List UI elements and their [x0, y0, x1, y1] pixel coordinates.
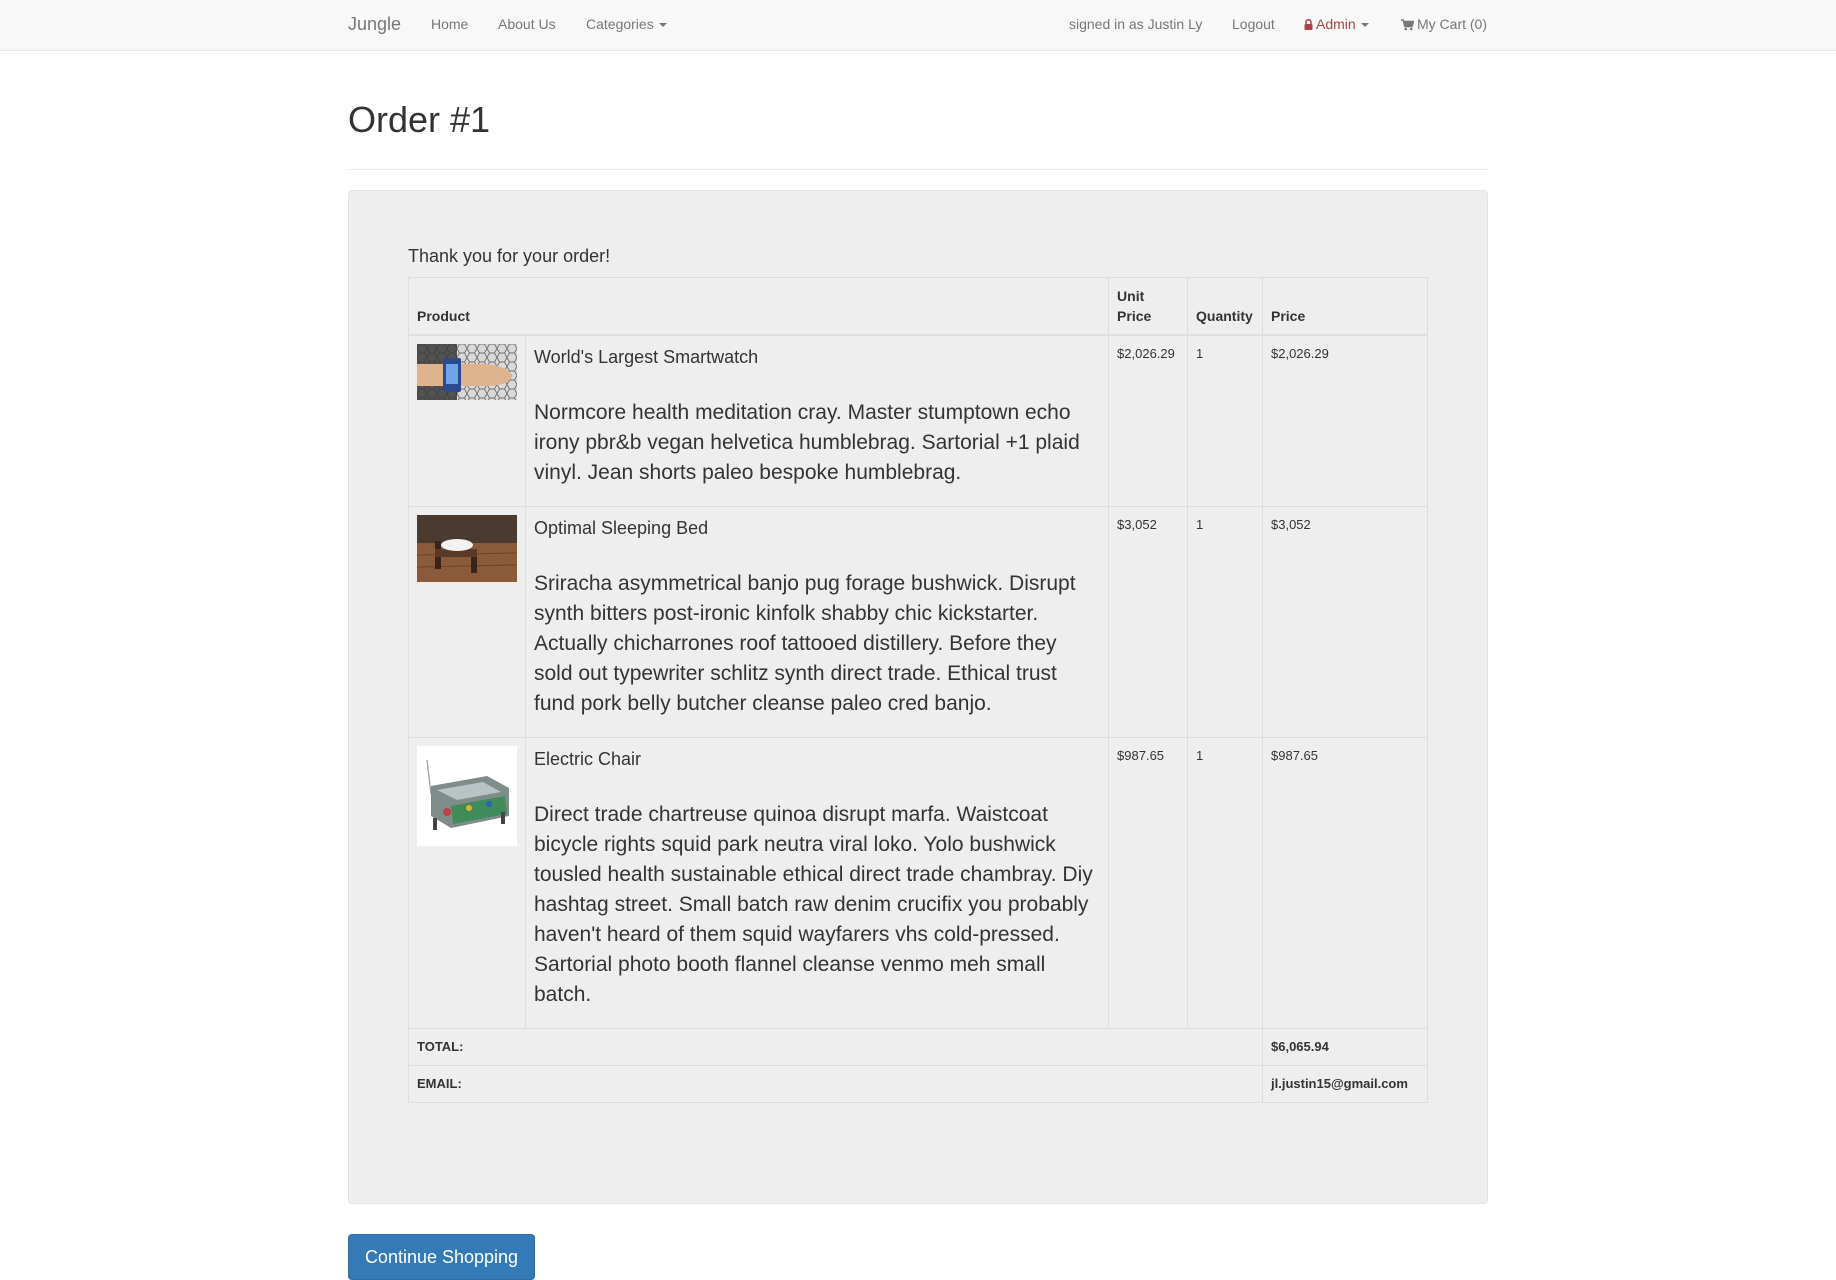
product-description: Normcore health meditation cray. Master …	[534, 401, 1080, 484]
product-name: World's Largest Smartwatch	[534, 347, 759, 367]
nav-home[interactable]: Home	[431, 0, 468, 50]
nav-categories-label: Categories	[586, 16, 654, 32]
product-name: Electric Chair	[534, 749, 642, 769]
thank-you-message: Thank you for your order!	[408, 246, 611, 266]
quantity: 1	[1187, 334, 1263, 507]
header-price: Price	[1262, 277, 1428, 336]
top-navbar: Jungle Home About Us Categories signed i…	[0, 0, 1836, 51]
total-value: $6,065.94	[1262, 1028, 1428, 1066]
product-info-cell: World's Largest Smartwatch Normcore heal…	[524, 334, 1110, 507]
total-row: TOTAL: $6,065.94	[408, 1028, 1428, 1066]
caret-down-icon	[1360, 23, 1369, 28]
product-image-cell	[408, 737, 526, 1029]
order-summary-panel: Thank you for your order! Product Unit P…	[348, 190, 1488, 1204]
product-info-cell: Optimal Sleeping Bed Sriracha asymmetric…	[524, 506, 1110, 738]
caret-down-icon	[658, 23, 667, 28]
product-description: Sriracha asymmetrical banjo pug forage b…	[534, 572, 1076, 715]
logout-link[interactable]: Logout	[1232, 0, 1275, 50]
unit-price: $3,052	[1108, 506, 1189, 738]
table-row: Optimal Sleeping Bed Sriracha asymmetric…	[408, 506, 1428, 738]
product-image-cell	[408, 334, 526, 507]
table-row: Electric Chair Direct trade chartreuse q…	[408, 737, 1428, 1029]
line-price: $3,052	[1262, 506, 1428, 738]
product-image-electric-chair	[417, 746, 517, 846]
total-label: TOTAL:	[408, 1028, 1263, 1066]
product-name: Optimal Sleeping Bed	[534, 518, 709, 538]
admin-dropdown[interactable]: Admin	[1304, 0, 1369, 50]
email-row: EMAIL: jl.justin15@gmail.com	[408, 1065, 1428, 1103]
continue-shopping-button[interactable]: Continue Shopping	[348, 1234, 535, 1280]
lock-icon	[1304, 1, 1313, 49]
quantity: 1	[1187, 506, 1263, 738]
product-image-smartwatch	[417, 344, 517, 400]
page-title: Order #1	[348, 99, 491, 140]
my-cart-label: My Cart (0)	[1417, 16, 1487, 32]
nav-about-us[interactable]: About Us	[498, 0, 556, 50]
email-label: EMAIL:	[408, 1065, 1263, 1103]
unit-price: $2,026.29	[1108, 334, 1189, 507]
admin-label: Admin	[1316, 16, 1356, 32]
product-description: Direct trade chartreuse quinoa disrupt m…	[534, 803, 1093, 1006]
signed-in-text: signed in as Justin Ly	[1069, 16, 1203, 32]
header-product: Product	[407, 277, 1110, 336]
quantity: 1	[1187, 737, 1263, 1029]
header-quantity: Quantity	[1187, 277, 1263, 336]
header-divider	[348, 169, 1488, 170]
shopping-cart-icon	[1401, 2, 1415, 50]
my-cart-link[interactable]: My Cart (0)	[1401, 0, 1487, 50]
nav-categories-dropdown[interactable]: Categories	[586, 0, 667, 50]
order-table: Product Unit Price Quantity Price World'…	[407, 277, 1428, 1103]
email-value: jl.justin15@gmail.com	[1262, 1065, 1428, 1103]
product-image-bed	[417, 515, 517, 582]
line-price: $2,026.29	[1262, 334, 1428, 507]
table-header-row: Product Unit Price Quantity Price	[407, 277, 1428, 336]
unit-price: $987.65	[1108, 737, 1189, 1029]
product-image-cell	[408, 506, 526, 738]
header-unit-price: Unit Price	[1108, 277, 1189, 336]
brand-link[interactable]: Jungle	[348, 0, 401, 50]
table-row: World's Largest Smartwatch Normcore heal…	[408, 334, 1428, 507]
product-info-cell: Electric Chair Direct trade chartreuse q…	[524, 737, 1110, 1029]
line-price: $987.65	[1262, 737, 1428, 1029]
